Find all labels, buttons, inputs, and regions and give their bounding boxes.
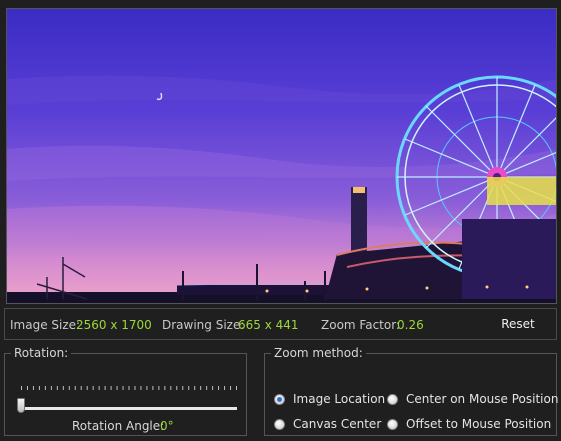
radio-center-on-mouse-position[interactable]: Center on Mouse Position: [387, 392, 558, 406]
image-canvas[interactable]: [6, 8, 557, 304]
rotation-slider-ticks: [21, 386, 237, 390]
radio-offset-to-mouse-position[interactable]: Offset to Mouse Position: [387, 417, 551, 431]
drawing-size-value: 665 x 441: [238, 318, 299, 332]
radio-label: Offset to Mouse Position: [406, 417, 552, 431]
rotation-group: Rotation: Rotation Angle: 0°: [4, 346, 247, 436]
zoom-method-title: Zoom method:: [274, 346, 363, 360]
radio-canvas-center[interactable]: Canvas Center: [274, 417, 381, 431]
rotation-angle-value: 0°: [160, 419, 174, 433]
radio-indicator[interactable]: [387, 418, 398, 430]
image-size-value: 2560 x 1700: [76, 318, 152, 332]
rotation-slider-thumb[interactable]: [17, 398, 25, 413]
image-size-label: Image Size:: [10, 318, 81, 332]
ferris-wheel-pier-photo: [7, 9, 556, 303]
info-bar: Image Size: 2560 x 1700 Drawing Size: 66…: [4, 308, 557, 340]
radio-indicator[interactable]: [274, 393, 285, 405]
radio-label: Canvas Center: [293, 417, 382, 431]
radio-label: Center on Mouse Position: [406, 392, 559, 406]
rotation-slider-track[interactable]: [21, 407, 237, 410]
reset-button[interactable]: Reset: [493, 312, 543, 336]
radio-indicator[interactable]: [387, 393, 398, 405]
radio-label: Image Location: [293, 392, 386, 406]
zoom-factor-label: Zoom Factor:: [321, 318, 400, 332]
zoom-method-group: Zoom method: Image Location Center on Mo…: [264, 346, 558, 436]
radio-indicator[interactable]: [274, 418, 285, 430]
rotation-angle-label: Rotation Angle:: [72, 419, 165, 433]
zoom-factor-value: 0.26: [397, 318, 424, 332]
radio-image-location[interactable]: Image Location: [274, 392, 385, 406]
rotation-title: Rotation:: [14, 346, 69, 360]
drawing-size-label: Drawing Size:: [162, 318, 245, 332]
